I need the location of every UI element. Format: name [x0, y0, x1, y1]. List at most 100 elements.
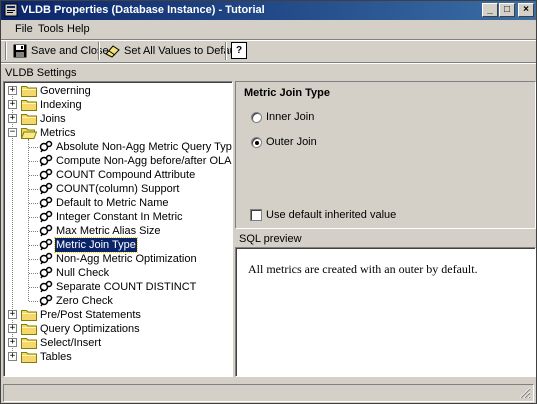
tree-setting-label[interactable]: COUNT(column) Support — [55, 182, 180, 196]
use-default-checkbox[interactable] — [250, 209, 262, 221]
tree-folder-label[interactable]: Metrics — [39, 126, 76, 140]
tree-setting-label[interactable]: Default to Metric Name — [55, 196, 169, 210]
tree-folder-label[interactable]: Governing — [39, 84, 92, 98]
tree-folder[interactable]: + Pre/Post Statements — [4, 308, 232, 322]
tree-folder-label[interactable]: Select/Insert — [39, 336, 102, 350]
folder-icon — [21, 98, 37, 111]
expand-icon[interactable]: + — [8, 114, 17, 123]
tree-setting-label[interactable]: Zero Check — [55, 294, 114, 308]
floppy-disk-icon — [13, 44, 27, 58]
tree-connector — [29, 273, 38, 274]
menu-tools[interactable]: Tools — [38, 23, 64, 35]
toolbar-separator-line — [1, 62, 536, 64]
setting-icon — [39, 210, 53, 223]
tree-setting-item[interactable]: Absolute Non-Agg Metric Query Type — [4, 140, 232, 154]
settings-tree[interactable]: + Governing + Indexing + Joins − Metrics Absolut… — [3, 81, 233, 377]
setting-title: Metric Join Type — [244, 87, 330, 99]
tree-setting-item[interactable]: Max Metric Alias Size — [4, 224, 232, 238]
setting-icon — [39, 280, 53, 293]
tree-connector — [29, 217, 38, 218]
sql-preview-text: All metrics are created with an outer by… — [248, 262, 478, 276]
folder-icon — [21, 322, 37, 335]
inner-join-radio[interactable] — [251, 112, 262, 123]
title-bar[interactable]: VLDB Properties (Database Instance) - Tu… — [1, 1, 536, 20]
tree-connector — [29, 245, 38, 246]
tree-setting-item[interactable]: COUNT Compound Attribute — [4, 168, 232, 182]
setting-icon — [39, 168, 53, 181]
setting-icon — [39, 182, 53, 195]
vldb-window: VLDB Properties (Database Instance) - Tu… — [0, 0, 537, 404]
expand-icon[interactable]: + — [8, 338, 17, 347]
outer-join-radio[interactable] — [251, 137, 262, 148]
tree-setting-label[interactable]: COUNT Compound Attribute — [55, 168, 196, 182]
tree-setting-label[interactable]: Absolute Non-Agg Metric Query Type — [55, 140, 232, 154]
folder-icon — [21, 308, 37, 321]
tree-setting-item[interactable]: Separate COUNT DISTINCT — [4, 280, 232, 294]
collapse-icon[interactable]: − — [8, 128, 17, 137]
close-button[interactable]: × — [518, 3, 534, 17]
tree-setting-label[interactable]: Max Metric Alias Size — [55, 224, 162, 238]
tree-setting-item[interactable]: Default to Metric Name — [4, 196, 232, 210]
tree-connector — [29, 175, 38, 176]
use-default-label[interactable]: Use default inherited value — [266, 209, 396, 221]
tree-folder-label[interactable]: Joins — [39, 112, 67, 126]
folder-icon — [21, 84, 37, 97]
tree-setting-label[interactable]: Null Check — [55, 266, 110, 280]
sql-preview-label: SQL preview — [239, 233, 302, 245]
tree-setting-label[interactable]: Compute Non-Agg before/after OLAP Funct — [55, 154, 232, 168]
setting-icon — [39, 224, 53, 237]
tree-folder-label[interactable]: Indexing — [39, 98, 83, 112]
tree-setting-label[interactable]: Integer Constant In Metric — [55, 210, 184, 224]
window-title: VLDB Properties (Database Instance) - Tu… — [21, 4, 265, 16]
sql-preview-box: All metrics are created with an outer by… — [235, 247, 536, 377]
set-all-default-label: Set All Values to Default — [124, 45, 242, 57]
tree-setting-item[interactable]: COUNT(column) Support — [4, 182, 232, 196]
tree-connector — [29, 301, 38, 302]
minimize-button[interactable]: _ — [482, 3, 498, 17]
tree-selected-item-label[interactable]: Metric Join Type — [54, 237, 138, 253]
tree-setting-item[interactable]: Compute Non-Agg before/after OLAP Funct — [4, 154, 232, 168]
tree-folder[interactable]: + Query Optimizations — [4, 322, 232, 336]
tree-connector — [29, 203, 38, 204]
eraser-icon — [105, 45, 120, 58]
tree-folder-label[interactable]: Pre/Post Statements — [39, 308, 142, 322]
tree-connector — [29, 231, 38, 232]
tree-setting-item[interactable]: Integer Constant In Metric — [4, 210, 232, 224]
tree-folder[interactable]: + Tables — [4, 350, 232, 364]
tree-setting-item[interactable]: Non-Agg Metric Optimization — [4, 252, 232, 266]
tree-folder[interactable]: + Select/Insert — [4, 336, 232, 350]
tree-setting-item[interactable]: Metric Join Type — [4, 237, 232, 253]
expand-icon[interactable]: + — [8, 310, 17, 319]
expand-icon[interactable]: + — [8, 86, 17, 95]
open-folder-icon — [20, 126, 38, 139]
tree-connector — [29, 189, 38, 190]
tree-setting-item[interactable]: Null Check — [4, 266, 232, 280]
tree-folder-label[interactable]: Query Optimizations — [39, 322, 141, 336]
menu-help[interactable]: Help — [67, 23, 90, 35]
outer-join-label[interactable]: Outer Join — [266, 136, 317, 148]
folder-icon — [21, 350, 37, 363]
inner-join-label[interactable]: Inner Join — [266, 111, 314, 123]
setting-icon — [39, 238, 53, 251]
expand-icon[interactable]: + — [8, 324, 17, 333]
tree-folder-label[interactable]: Tables — [39, 350, 73, 364]
set-all-default-button[interactable]: Set All Values to Default — [105, 42, 241, 60]
folder-icon — [21, 336, 37, 349]
tree-setting-item[interactable]: Zero Check — [4, 294, 232, 308]
vldb-settings-label: VLDB Settings — [5, 67, 77, 79]
tree-setting-label[interactable]: Non-Agg Metric Optimization — [55, 252, 198, 266]
resize-grip-icon[interactable] — [519, 387, 531, 399]
tree-folder[interactable]: + Governing — [4, 84, 232, 98]
expand-icon[interactable]: + — [8, 352, 17, 361]
tree-setting-label[interactable]: Separate COUNT DISTINCT — [55, 280, 197, 294]
tree-folder[interactable]: + Indexing — [4, 98, 232, 112]
save-and-close-button[interactable]: Save and Close — [13, 42, 109, 60]
tree-folder[interactable]: + Joins — [4, 112, 232, 126]
tree-folder[interactable]: − Metrics — [4, 126, 232, 140]
expand-icon[interactable]: + — [8, 100, 17, 109]
maximize-button[interactable]: □ — [499, 3, 515, 17]
help-icon[interactable]: ? — [231, 42, 247, 59]
menu-file[interactable]: File — [15, 23, 33, 35]
setting-icon — [39, 140, 53, 153]
toolbar-separator — [98, 42, 100, 60]
